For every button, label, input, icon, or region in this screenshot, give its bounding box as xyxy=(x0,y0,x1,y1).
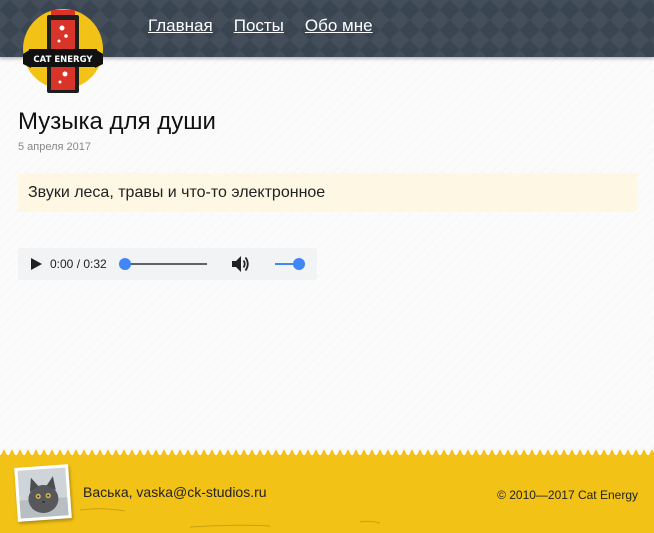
cat-photo xyxy=(17,467,69,519)
footer-author: Васька, vaska@ck-studios.ru xyxy=(83,484,267,500)
audio-duration: 0:32 xyxy=(83,257,107,271)
nav-link-about[interactable]: Обо мне xyxy=(305,16,373,36)
nav-link-posts[interactable]: Посты xyxy=(234,16,284,36)
logo-text: CAT ENERGY xyxy=(33,55,93,65)
footer-copyright: © 2010—2017 Cat Energy xyxy=(497,488,638,502)
audio-time-separator: / xyxy=(73,257,84,271)
audio-progress-thumb[interactable] xyxy=(119,258,131,270)
post-excerpt-text: Звуки леса, травы и что-то электронное xyxy=(28,184,326,201)
audio-current-time: 0:00 xyxy=(50,257,74,271)
footer-scribble-decoration xyxy=(80,508,380,528)
audio-progress-track[interactable] xyxy=(125,263,207,265)
audio-player: 0:00 / 0:32 xyxy=(18,248,317,280)
nav-link-home[interactable]: Главная xyxy=(148,16,213,36)
author-avatar xyxy=(14,464,72,522)
volume-slider-thumb[interactable] xyxy=(293,258,305,270)
post-date: 5 апреля 2017 xyxy=(18,141,92,153)
play-icon[interactable] xyxy=(29,257,43,271)
volume-icon[interactable] xyxy=(230,254,252,274)
audio-time: 0:00 / 0:32 xyxy=(50,257,107,271)
site-logo[interactable]: CAT ENERGY xyxy=(21,8,105,98)
post-title: Музыка для души xyxy=(18,108,216,135)
post-excerpt: Звуки леса, травы и что-то электронное xyxy=(18,173,637,212)
main-nav: Главная Посты Обо мне xyxy=(148,16,373,36)
